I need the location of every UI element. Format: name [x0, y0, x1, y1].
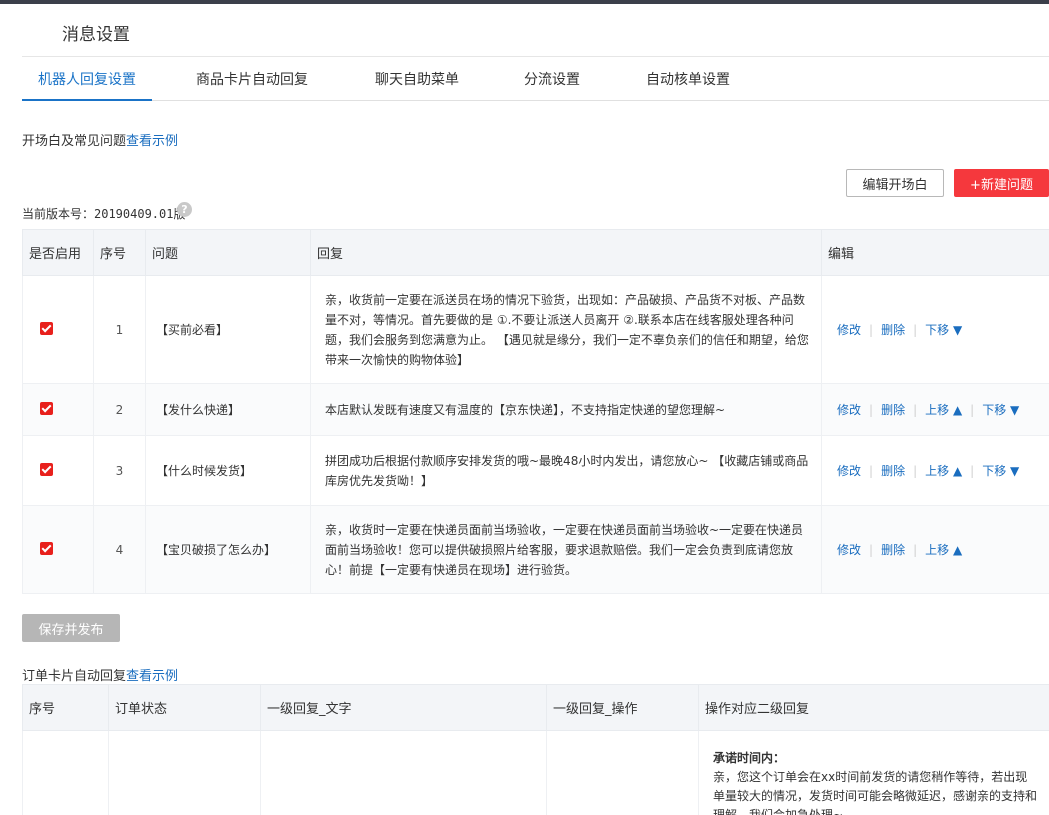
move-down-link[interactable]: 下移 ▼: [982, 403, 1019, 417]
separator: |: [913, 403, 918, 417]
separator: |: [869, 403, 874, 417]
delete-link[interactable]: 删除: [881, 543, 905, 557]
separator: |: [970, 403, 975, 417]
move-up-link[interactable]: 上移 ▲: [925, 543, 962, 557]
header-second-reply: 操作对应二级回复: [698, 684, 1049, 731]
header-question: 问题: [145, 229, 311, 276]
row-index: [22, 730, 109, 815]
row-reply: 本店默认发既有速度又有温度的【京东快递】，不支持指定快递的望您理解~: [310, 383, 822, 436]
header-reply-text: 一级回复_文字: [260, 684, 547, 731]
help-icon[interactable]: ?: [177, 202, 192, 217]
move-up-link[interactable]: 上移 ▲: [925, 464, 962, 478]
separator: |: [869, 464, 874, 478]
row-question: 【买前必看】: [145, 275, 311, 384]
row-ops: 修改 | 删除 | 上移 ▲ | 下移 ▼: [821, 435, 1049, 506]
version-label: 当前版本号：20190409.01版: [22, 207, 186, 221]
order-table-header: 序号 订单状态 一级回复_文字 一级回复_操作 操作对应二级回复: [22, 684, 1049, 731]
table-row: 4 【宝贝破损了怎么办】 亲，收货时一定要在快递员面前当场验收，一定要在快递员面…: [22, 505, 1049, 594]
save-publish-button[interactable]: 保存并发布: [22, 614, 120, 642]
row-ops: 修改 | 删除 | 上移 ▲ | 下移 ▼: [821, 383, 1049, 436]
separator: |: [913, 543, 918, 557]
header-index: 序号: [93, 229, 146, 276]
enabled-checkbox[interactable]: [40, 462, 53, 476]
move-down-link[interactable]: 下移 ▼: [925, 323, 962, 337]
row-reply: 亲，收货时一定要在快递员面前当场验收，一定要在快递员面前当场验收~一定要在快递员…: [310, 505, 822, 594]
delete-link[interactable]: 删除: [881, 403, 905, 417]
edit-opening-button[interactable]: 编辑开场白: [846, 169, 944, 197]
row-second-reply: 承诺时间内： 亲，您这个订单会在xx时间前发货的请您稍作等待，若出现单量较大的情…: [698, 730, 1049, 815]
enabled-checkbox[interactable]: [40, 541, 53, 555]
second-reply-text: 亲，您这个订单会在xx时间前发货的请您稍作等待，若出现单量较大的情况，发货时间可…: [713, 770, 1038, 815]
row-question: 【宝贝破损了怎么办】: [145, 505, 311, 594]
header-index: 序号: [22, 684, 109, 731]
header-reply: 回复: [310, 229, 822, 276]
tab-routing[interactable]: 分流设置: [516, 60, 588, 101]
tab-chat-menu[interactable]: 聊天自助菜单: [366, 60, 468, 101]
tab-bar: 机器人回复设置 商品卡片自动回复 聊天自助菜单 分流设置 自动核单设置: [22, 60, 1049, 101]
row-reply: 拼团成功后根据付款顺序安排发货的哦~最晚48小时内发出，请您放心~ 【收藏店铺或…: [310, 435, 822, 506]
row-index: 3: [93, 435, 146, 506]
row-question: 【什么时候发货】: [145, 435, 311, 506]
edit-link[interactable]: 修改: [837, 543, 861, 557]
second-reply-title: 承诺时间内：: [713, 751, 786, 765]
separator: |: [869, 323, 874, 337]
order-example-link[interactable]: 查看示例: [126, 669, 178, 684]
tab-auto-verify[interactable]: 自动核单设置: [638, 60, 738, 101]
table-row: 承诺时间内： 亲，您这个订单会在xx时间前发货的请您稍作等待，若出现单量较大的情…: [22, 730, 1049, 815]
edit-link[interactable]: 修改: [837, 403, 861, 417]
row-index: 1: [93, 275, 146, 384]
row-ops: 修改 | 删除 | 上移 ▲: [821, 505, 1049, 594]
separator: |: [970, 464, 975, 478]
enabled-checkbox[interactable]: [40, 401, 53, 415]
row-order-status: [108, 730, 261, 815]
order-section-label: 订单卡片自动回复查看示例: [22, 669, 179, 684]
faq-section-label: 开场白及常见问题查看示例: [22, 134, 179, 149]
row-reply-action: [546, 730, 699, 815]
title-divider: [22, 56, 1049, 57]
delete-link[interactable]: 删除: [881, 323, 905, 337]
move-down-link[interactable]: 下移 ▼: [982, 464, 1019, 478]
new-question-button[interactable]: +新建问题: [954, 169, 1049, 197]
separator: |: [913, 464, 918, 478]
tab-product-card-reply[interactable]: 商品卡片自动回复: [192, 60, 312, 101]
header-enabled: 是否启用: [22, 229, 94, 276]
tab-robot-reply[interactable]: 机器人回复设置: [22, 60, 152, 101]
faq-table-header: 是否启用 序号 问题 回复 编辑: [22, 229, 1049, 276]
table-row: 3 【什么时候发货】 拼团成功后根据付款顺序安排发货的哦~最晚48小时内发出，请…: [22, 435, 1049, 506]
enabled-checkbox[interactable]: [40, 321, 53, 335]
separator: |: [913, 323, 918, 337]
edit-link[interactable]: 修改: [837, 323, 861, 337]
table-row: 1 【买前必看】 亲，收货前一定要在派送员在场的情况下验货，出现如：产品破损、产…: [22, 275, 1049, 384]
header-order-status: 订单状态: [108, 684, 261, 731]
row-index: 4: [93, 505, 146, 594]
header-reply-action: 一级回复_操作: [546, 684, 699, 731]
row-ops: 修改 | 删除 | 下移 ▼: [821, 275, 1049, 384]
top-bar: [0, 0, 1049, 4]
header-edit: 编辑: [821, 229, 1049, 276]
row-reply-text: [260, 730, 547, 815]
faq-example-link[interactable]: 查看示例: [126, 134, 178, 149]
order-table: 序号 订单状态 一级回复_文字 一级回复_操作 操作对应二级回复 承诺时间内： …: [22, 684, 1049, 815]
edit-link[interactable]: 修改: [837, 464, 861, 478]
delete-link[interactable]: 删除: [881, 464, 905, 478]
move-up-link[interactable]: 上移 ▲: [925, 403, 962, 417]
separator: |: [869, 543, 874, 557]
row-question: 【发什么快递】: [145, 383, 311, 436]
page-title: 消息设置: [62, 25, 130, 45]
row-reply: 亲，收货前一定要在派送员在场的情况下验货，出现如：产品破损、产品货不对板、产品数…: [310, 275, 822, 384]
faq-table: 是否启用 序号 问题 回复 编辑 1 【买前必看】 亲，收货前一定要在派送员在场…: [22, 229, 1049, 594]
row-index: 2: [93, 383, 146, 436]
table-row: 2 【发什么快递】 本店默认发既有速度又有温度的【京东快递】，不支持指定快递的望…: [22, 383, 1049, 436]
